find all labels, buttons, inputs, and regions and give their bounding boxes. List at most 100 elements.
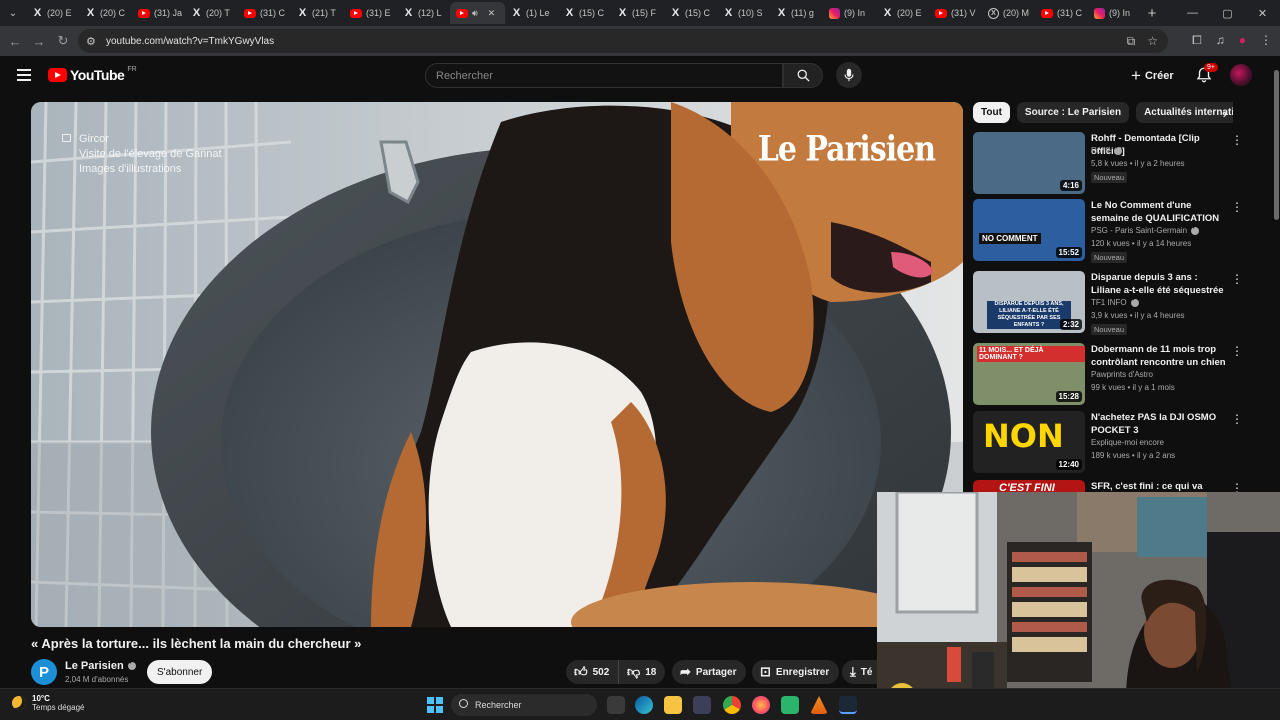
task-view-icon[interactable] [607, 696, 625, 714]
chrome-menu-icon[interactable]: ⋮ [1260, 33, 1272, 48]
new-tab-button[interactable]: + [1141, 5, 1163, 22]
recommendation-channel[interactable]: Rohff [1091, 144, 1122, 155]
dislike-button[interactable]: 👎︎ 18 [618, 660, 665, 684]
recommendation-title[interactable]: Le No Comment d'une semaine de QUALIFICA… [1091, 199, 1229, 225]
youtube-logo[interactable]: YouTube FR [48, 66, 137, 83]
account-avatar[interactable] [1230, 64, 1252, 86]
browser-tab[interactable]: (31) C [238, 2, 291, 24]
install-app-icon[interactable]: ⧉ [1127, 34, 1136, 49]
speaker-icon[interactable]: 🔊︎ [472, 8, 478, 19]
chip-all[interactable]: Tout [973, 101, 1010, 123]
app-green-icon[interactable] [781, 696, 799, 714]
more-actions-icon[interactable]: ⋮ [1231, 344, 1243, 358]
recommendation-item[interactable]: NON 12:40 N'achetez PAS la DJI OSMO POCKET… [973, 411, 1263, 473]
browser-tab[interactable]: X (20) E [26, 2, 79, 24]
browser-tab[interactable]: X (12) L [397, 2, 450, 24]
recommendation-channel[interactable]: Pawprints d'Astro [1091, 370, 1153, 379]
recommendation-channel[interactable]: PSG - Paris Saint-Germain [1091, 224, 1200, 235]
file-explorer-icon[interactable] [664, 696, 682, 714]
browser-tab[interactable]: X (20) C [79, 2, 132, 24]
video-thumbnail[interactable]: C'EST FINI [973, 480, 1085, 492]
media-controls-icon[interactable]: ♫ [1216, 33, 1225, 48]
recommendation-title[interactable]: Disparue depuis 3 ans : Liliane a-t-elle… [1091, 271, 1229, 297]
share-button[interactable]: ➦ Partager [672, 660, 747, 684]
browser-tab[interactable]: X (11) g [770, 2, 823, 24]
steam-icon[interactable] [839, 696, 857, 714]
close-window-icon[interactable]: ✕ [1245, 7, 1280, 20]
chip-source[interactable]: Source : Le Parisien [1016, 101, 1130, 123]
recommendation-item[interactable]: C'EST FINI SFR, c'est fini : ce qui va ar… [973, 480, 1263, 492]
browser-tab[interactable]: X (20) M [982, 2, 1035, 24]
taskbar-search[interactable]: Rechercher [451, 694, 597, 716]
browser-tab[interactable]: X (10) S [717, 2, 770, 24]
browser-tab[interactable]: X (20) T [185, 2, 238, 24]
more-actions-icon[interactable]: ⋮ [1231, 200, 1243, 214]
edge-icon[interactable] [635, 696, 653, 714]
download-button[interactable]: ⤓ Té [842, 660, 877, 684]
create-button[interactable]: + Créer [1125, 64, 1180, 88]
channel-avatar[interactable]: P [31, 659, 57, 685]
browser-tab[interactable]: (31) E [344, 2, 397, 24]
firefox-icon[interactable] [752, 696, 770, 714]
tab-search-button[interactable]: ⌄ [0, 0, 26, 26]
recommendation-channel[interactable]: Explique-moi encore [1091, 438, 1164, 447]
recommendation-item[interactable]: NO COMMENT 15:52 Le No Comment d'une semai… [973, 199, 1263, 263]
forward-arrow-icon[interactable]: → [27, 34, 51, 49]
recommendation-item[interactable]: 4:16 Rohff - Demontada [Clip officiel] Roh… [973, 132, 1263, 194]
like-button[interactable]: 👍︎ 502 [566, 660, 618, 684]
browser-tab[interactable]: (31) C [1035, 2, 1088, 24]
microsoft-store-icon[interactable] [693, 696, 711, 714]
windows-start-icon[interactable] [427, 697, 443, 713]
browser-tab[interactable]: (31) Ja [132, 2, 185, 24]
bookmark-star-icon[interactable]: ☆ [1147, 34, 1158, 49]
vlc-icon[interactable] [810, 696, 828, 714]
address-bar[interactable]: ⚙ youtube.com/watch?v=TmkYGwyVlas ⧉ ☆ [78, 29, 1168, 53]
browser-tab[interactable]: X (15) C [664, 2, 717, 24]
tab-close-icon[interactable]: ✕ [488, 8, 496, 19]
video-player[interactable]: Gircor Visite de l'élevage de Gannat Ima… [31, 102, 963, 627]
browser-tab[interactable]: X (1) Le [505, 2, 558, 24]
browser-tab[interactable]: (9) In [823, 2, 876, 24]
chevron-right-icon[interactable]: › [1216, 104, 1234, 122]
browser-tab[interactable]: X (21) T [291, 2, 344, 24]
search-input[interactable]: Rechercher [425, 63, 783, 88]
browser-tab[interactable]: (9) In [1088, 2, 1141, 24]
recommendation-channel[interactable]: TF1 INFO [1091, 296, 1139, 307]
recommendation-title[interactable]: Dobermann de 11 mois trop contrôlant ren… [1091, 343, 1229, 369]
save-button[interactable]: ⊡ Enregistrer [752, 660, 840, 684]
chrome-icon[interactable] [723, 696, 741, 714]
back-arrow-icon[interactable]: ← [3, 34, 27, 49]
browser-tab[interactable]: X (20) E [876, 2, 929, 24]
weather-widget[interactable]: 10°C Temps dégagé [12, 694, 84, 712]
video-thumbnail[interactable]: 11 MOIS... ET DÉJÀ DOMINANT ? 15:28 [973, 343, 1085, 405]
video-thumbnail[interactable]: NO COMMENT 15:52 [973, 199, 1085, 261]
reload-icon[interactable]: ↻ [51, 33, 75, 49]
more-actions-icon[interactable]: ⋮ [1231, 133, 1243, 147]
recommendation-title[interactable]: SFR, c'est fini : ce qui va arriver [1091, 480, 1229, 492]
video-thumbnail[interactable]: NON 12:40 [973, 411, 1085, 473]
channel-name[interactable]: Le Parisien [65, 659, 136, 672]
browser-tab[interactable]: X (15) F [611, 2, 664, 24]
more-actions-icon[interactable]: ⋮ [1231, 412, 1243, 426]
recommendation-title[interactable]: N'achetez PAS la DJI OSMO POCKET 3 [1091, 411, 1229, 437]
browser-tab[interactable]: 🔊︎ ✕ [450, 2, 505, 24]
voice-search-button[interactable] [836, 62, 862, 88]
more-actions-icon[interactable]: ⋮ [1231, 481, 1243, 492]
browser-tab[interactable]: (31) V [929, 2, 982, 24]
video-thumbnail[interactable]: DISPARUE DEPUIS 3 ANS, LILIANE A-T-ELLE … [973, 271, 1085, 333]
browser-tab[interactable]: X (15) C [558, 2, 611, 24]
video-thumbnail[interactable]: 4:16 [973, 132, 1085, 194]
subscribe-button[interactable]: S'abonner [147, 660, 213, 684]
extensions-icon[interactable]: ⧠ [1192, 33, 1202, 48]
minimize-icon[interactable]: — [1175, 7, 1210, 19]
guide-menu-icon[interactable] [17, 69, 31, 81]
profile-icon[interactable]: ● [1239, 33, 1246, 48]
more-actions-icon[interactable]: ⋮ [1231, 272, 1243, 286]
recommendation-item[interactable]: 11 MOIS... ET DÉJÀ DOMINANT ? 15:28 Doberm… [973, 343, 1263, 405]
recommendation-item[interactable]: DISPARUE DEPUIS 3 ANS, LILIANE A-T-ELLE … [973, 271, 1263, 335]
scrollbar-thumb[interactable] [1274, 70, 1279, 220]
notifications-button[interactable]: 9+ [1195, 63, 1218, 86]
site-settings-icon[interactable]: ⚙ [86, 35, 104, 48]
maximize-icon[interactable]: ▢ [1210, 7, 1245, 20]
search-button[interactable] [783, 63, 823, 88]
